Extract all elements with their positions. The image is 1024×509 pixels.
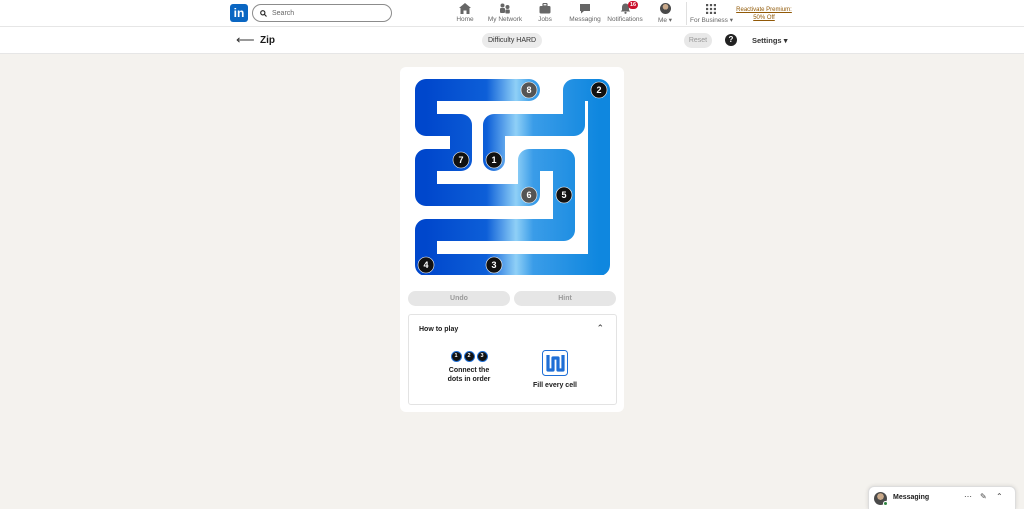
svg-text:8: 8 xyxy=(526,85,531,95)
dot-2: 2 xyxy=(590,81,608,99)
reactivate-premium-link[interactable]: Reactivate Premium: 50% Off xyxy=(733,6,795,22)
nav-for-business[interactable]: For Business ▾ xyxy=(690,2,733,26)
nav-messaging[interactable]: Messaging xyxy=(565,2,605,26)
hint-button[interactable]: Hint xyxy=(514,291,616,306)
avatar xyxy=(659,3,671,14)
svg-text:5: 5 xyxy=(561,190,566,200)
caret-down-icon: ▾ xyxy=(783,36,788,45)
howto-dot: 1 xyxy=(450,350,462,362)
fill-grid-icon xyxy=(542,350,568,376)
zip-board[interactable]: 1 2 3 4 5 6 7 8 xyxy=(415,79,611,275)
messaging-label: Messaging xyxy=(893,494,930,501)
search-icon xyxy=(260,9,267,17)
howto-dots: 1 2 3 xyxy=(429,350,509,362)
nav-jobs-label: Jobs xyxy=(538,16,552,23)
jobs-icon xyxy=(539,3,551,14)
grid-icon xyxy=(706,3,716,14)
network-icon xyxy=(500,3,510,14)
nav-home-label: Home xyxy=(456,16,474,23)
chevron-up-icon[interactable]: ⌃ xyxy=(596,323,604,334)
how-to-play-panel: How to play ⌃ 1 2 3 Connect the dots in … xyxy=(408,314,617,405)
nav-messaging-label: Messaging xyxy=(569,16,601,23)
back-arrow-icon[interactable]: ⟵ xyxy=(236,33,255,46)
nav-jobs[interactable]: Jobs xyxy=(525,2,565,26)
solved-path xyxy=(415,79,610,275)
howto-dot: 3 xyxy=(476,350,488,362)
dot-4: 4 xyxy=(417,256,435,274)
linkedin-logo[interactable]: in xyxy=(230,4,248,22)
svg-text:4: 4 xyxy=(423,260,428,270)
svg-text:7: 7 xyxy=(458,155,463,165)
settings-label: Settings xyxy=(752,36,782,45)
online-status-icon xyxy=(883,501,888,506)
undo-button[interactable]: Undo xyxy=(408,291,510,306)
premium-line2: 50% Off xyxy=(753,15,775,21)
dot-8: 8 xyxy=(520,81,538,99)
home-icon xyxy=(459,3,471,14)
reset-button[interactable]: Reset xyxy=(684,33,712,48)
howto-step1-line1: Connect the xyxy=(448,367,490,374)
howto-dot: 2 xyxy=(463,350,475,362)
dot-7: 7 xyxy=(452,151,470,169)
settings-dropdown[interactable]: Settings ▾ xyxy=(752,36,787,45)
help-icon[interactable]: ? xyxy=(725,34,737,46)
nav-my-network[interactable]: My Network xyxy=(485,2,525,26)
howto-step1-line2: dots in order xyxy=(447,376,491,383)
nav-my-network-label: My Network xyxy=(487,16,523,23)
messaging-icon xyxy=(580,4,590,14)
nav-divider xyxy=(686,2,687,25)
svg-text:1: 1 xyxy=(491,155,496,165)
search-input[interactable]: Search xyxy=(252,4,392,22)
dot-5: 5 xyxy=(555,186,573,204)
more-options-icon[interactable]: ⋯ xyxy=(964,492,972,501)
compose-icon[interactable]: ✎ xyxy=(980,492,987,501)
nav-for-business-label: For Business xyxy=(690,17,728,24)
nav-home[interactable]: Home xyxy=(445,2,485,26)
nav-notifications-label: Notifications xyxy=(607,16,643,23)
chevron-down-icon: ▾ xyxy=(668,17,673,24)
dot-1: 1 xyxy=(485,151,503,169)
chevron-up-icon[interactable]: ⌃ xyxy=(996,492,1003,501)
how-to-play-title: How to play xyxy=(419,326,459,333)
howto-step-connect: 1 2 3 Connect the dots in order xyxy=(429,350,509,384)
top-nav: in Search Home My Network Jobs Messaging… xyxy=(0,0,1024,27)
game-title: Zip xyxy=(260,35,275,46)
svg-text:6: 6 xyxy=(526,190,531,200)
difficulty-badge: Difficulty HARD xyxy=(482,33,543,48)
dot-6: 6 xyxy=(520,186,538,204)
dot-3: 3 xyxy=(485,256,503,274)
premium-line1: Reactivate Premium: xyxy=(736,7,792,13)
messaging-overlay[interactable]: Messaging ⋯ ✎ ⌃ xyxy=(868,486,1016,509)
search-placeholder: Search xyxy=(272,9,295,17)
nav-me-label: Me xyxy=(657,17,667,24)
game-card: 12345678 Undo Hint How to play ⌃ 1 2 3 C… xyxy=(400,67,624,412)
nav-notifications[interactable]: 16 Notifications xyxy=(605,1,645,26)
howto-step2-label: Fill every cell xyxy=(533,382,577,389)
nav-me[interactable]: Me ▾ xyxy=(645,2,685,26)
game-header: ⟵ Zip Difficulty HARD Reset ? Settings ▾ xyxy=(0,27,1024,54)
howto-step-fill: Fill every cell xyxy=(515,350,595,390)
svg-text:3: 3 xyxy=(491,260,496,270)
svg-text:2: 2 xyxy=(596,85,601,95)
notifications-badge: 16 xyxy=(628,1,639,9)
